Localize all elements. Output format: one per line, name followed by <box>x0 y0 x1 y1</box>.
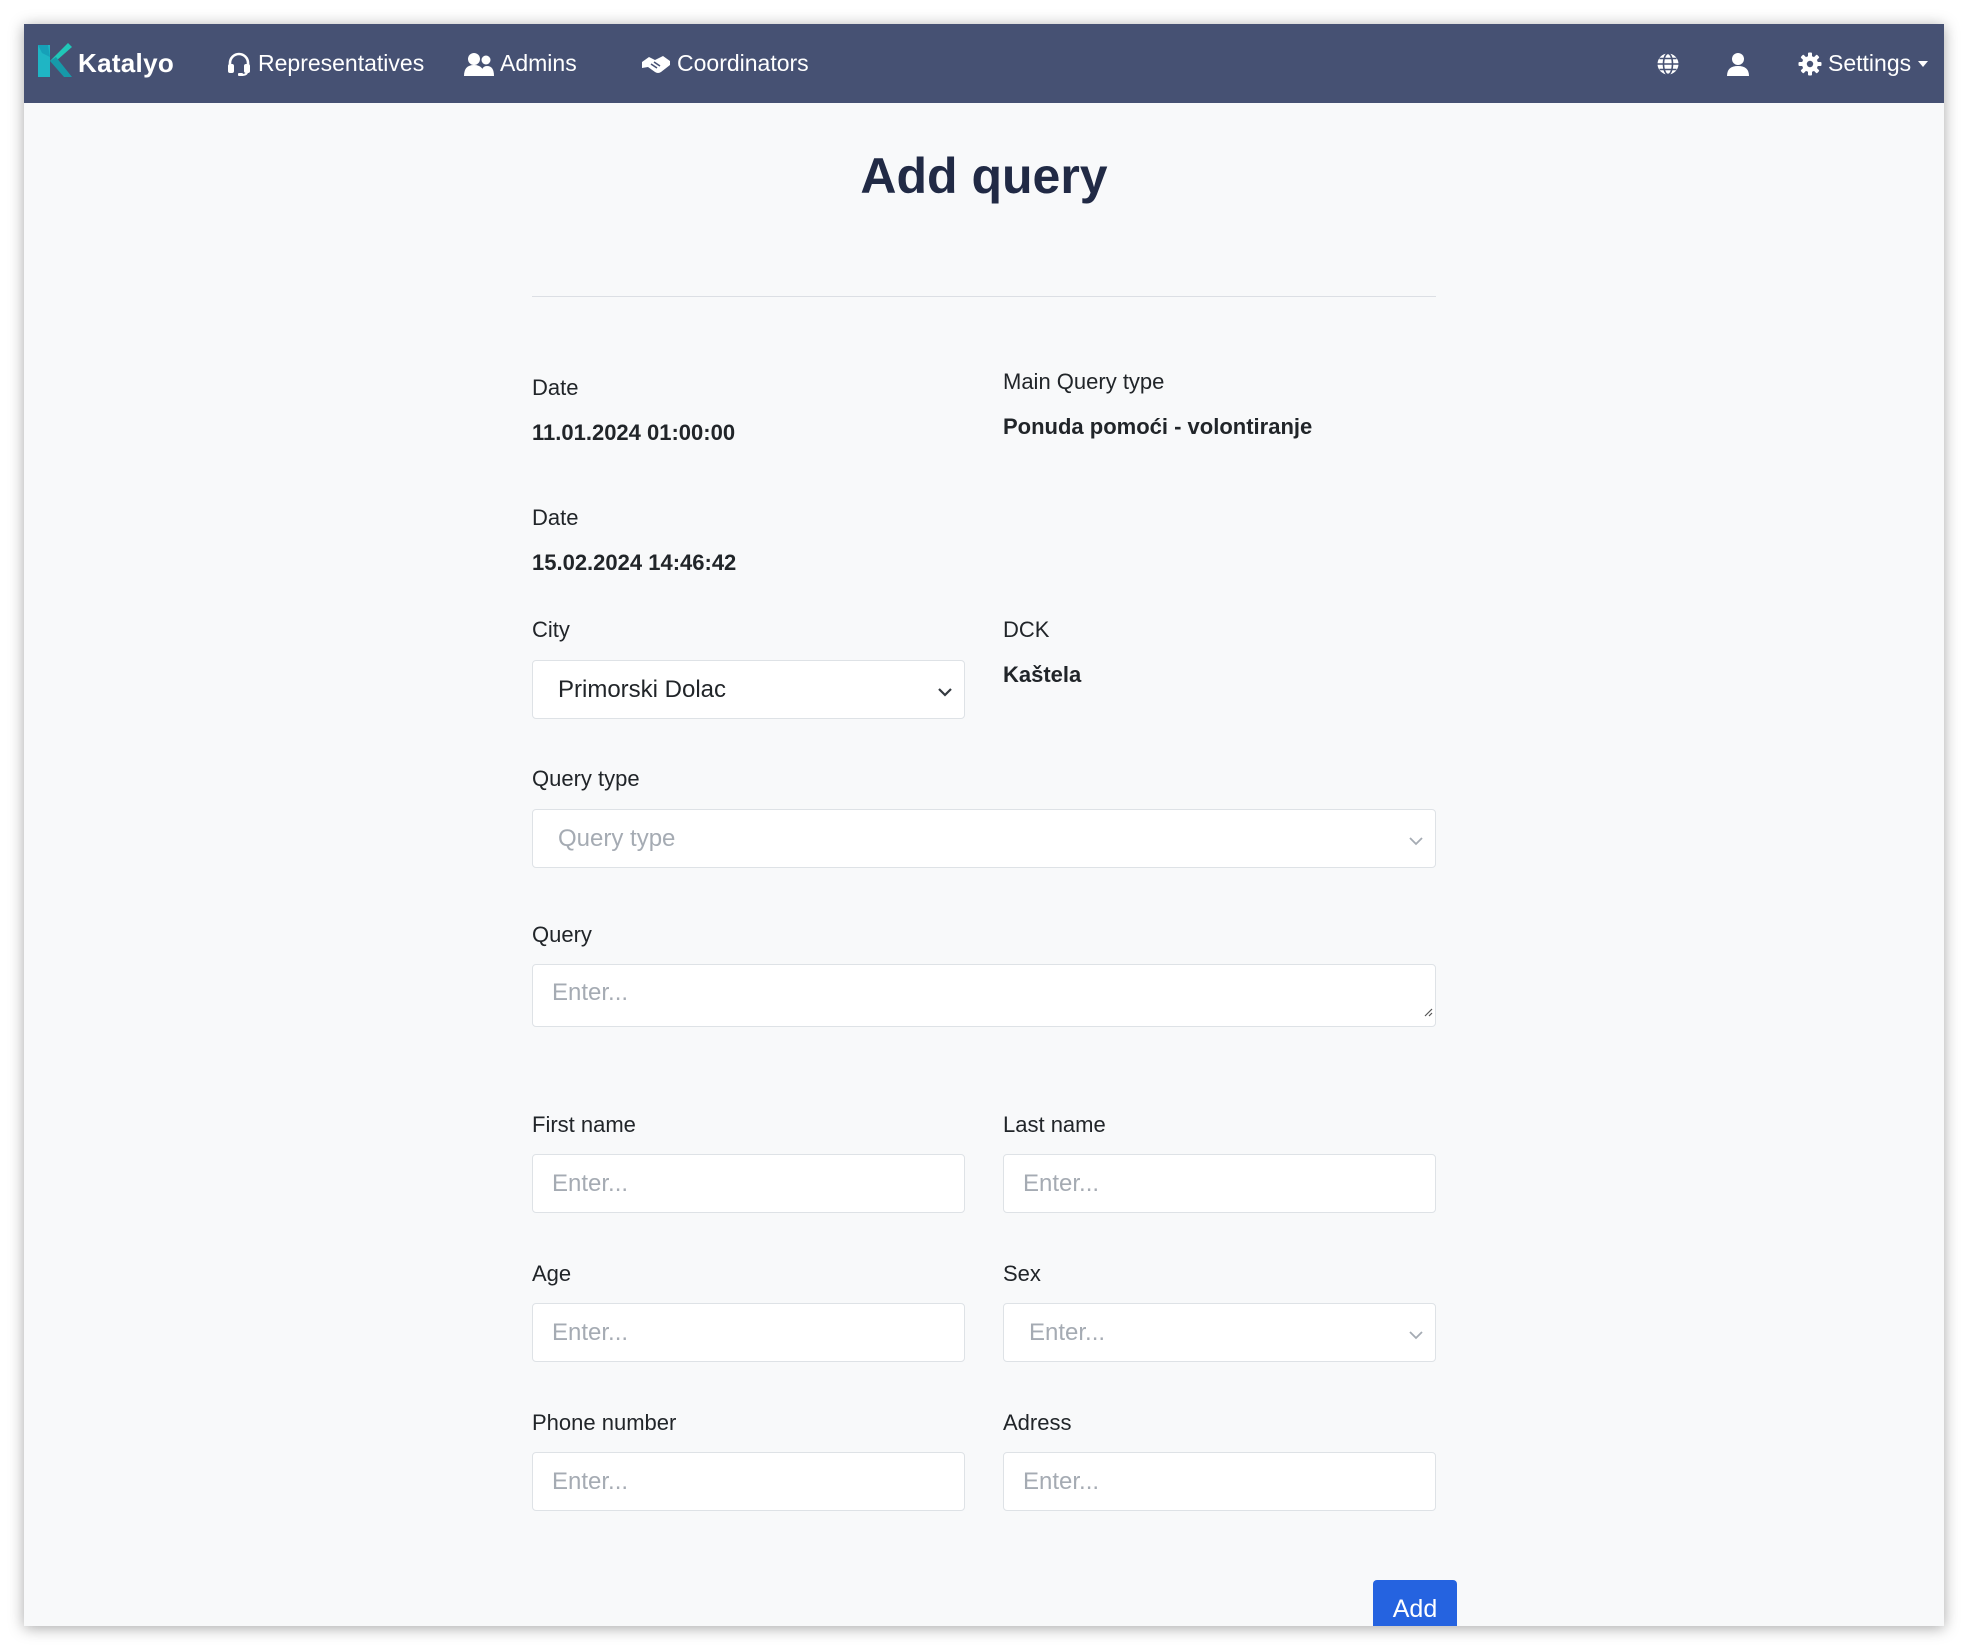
main-query-type-label: Main Query type <box>1003 369 1165 394</box>
last-name-label: Last name <box>1003 1112 1106 1137</box>
resize-handle-icon[interactable] <box>1423 996 1433 1024</box>
first-name-label: First name <box>532 1112 636 1137</box>
dck-label: DCK <box>1003 617 1050 642</box>
headset-icon <box>226 52 252 76</box>
address-input[interactable]: Enter... <box>1003 1452 1436 1511</box>
language-button[interactable] <box>1656 24 1680 103</box>
date-label: Date <box>532 375 579 400</box>
chevron-down-icon <box>1409 825 1423 853</box>
top-navbar: Katalyo Representatives Admins Coordinat… <box>24 24 1944 103</box>
nav-representatives-label: Representatives <box>258 50 425 76</box>
settings-dropdown[interactable]: Settings <box>1798 24 1929 103</box>
app-window: Katalyo Representatives Admins Coordinat… <box>24 24 1944 1626</box>
address-label: Adress <box>1003 1410 1072 1435</box>
chevron-down-icon <box>1409 1319 1423 1347</box>
handshake-icon <box>641 52 671 76</box>
sex-select[interactable]: Enter... <box>1003 1303 1436 1362</box>
phone-input[interactable]: Enter... <box>532 1452 965 1511</box>
query-textarea[interactable]: Enter... <box>532 964 1436 1027</box>
nav-admins[interactable]: Admins <box>464 24 577 103</box>
brand-logo[interactable]: Katalyo <box>38 42 175 84</box>
nav-coordinators-label: Coordinators <box>677 50 809 76</box>
age-label: Age <box>532 1261 572 1286</box>
city-select[interactable]: Primorski Dolac <box>532 660 965 719</box>
katalyo-logo-icon <box>38 42 72 84</box>
settings-label: Settings <box>1828 50 1912 76</box>
query-type-select[interactable]: Query type <box>532 809 1436 868</box>
main-content: Add query Date 11.01.2024 01:00:00 Main … <box>24 103 1944 1626</box>
sex-label: Sex <box>1003 1261 1041 1286</box>
query-type-placeholder: Query type <box>558 824 676 852</box>
nav-admins-label: Admins <box>500 50 577 76</box>
brand-name: Katalyo <box>78 47 175 78</box>
user-icon <box>1727 52 1749 76</box>
sex-placeholder: Enter... <box>1029 1318 1106 1346</box>
first-name-input[interactable]: Enter... <box>532 1154 965 1213</box>
age-placeholder: Enter... <box>552 1318 629 1346</box>
phone-placeholder: Enter... <box>552 1467 629 1495</box>
query-label: Query <box>532 922 592 947</box>
query-placeholder: Enter... <box>552 979 629 1006</box>
add-button[interactable]: Add <box>1373 1580 1457 1626</box>
date-created-label: Date <box>532 505 579 530</box>
nav-coordinators[interactable]: Coordinators <box>641 24 809 103</box>
city-label: City <box>532 617 570 642</box>
query-type-label: Query type <box>532 766 640 791</box>
last-name-input[interactable]: Enter... <box>1003 1154 1436 1213</box>
first-name-placeholder: Enter... <box>552 1169 629 1197</box>
nav-representatives[interactable]: Representatives <box>226 24 424 103</box>
user-menu-button[interactable] <box>1727 24 1749 103</box>
phone-label: Phone number <box>532 1410 677 1435</box>
age-input[interactable]: Enter... <box>532 1303 965 1362</box>
city-selected-value: Primorski Dolac <box>558 675 727 703</box>
address-placeholder: Enter... <box>1023 1467 1100 1495</box>
main-query-type-value: Ponuda pomoći - volontiranje <box>1003 414 1313 439</box>
title-divider <box>532 296 1436 297</box>
page-title: Add query <box>860 148 1108 204</box>
date-created-value: 15.02.2024 14:46:42 <box>532 550 737 575</box>
gear-icon <box>1798 52 1822 76</box>
users-icon <box>464 52 494 76</box>
globe-icon <box>1656 52 1680 76</box>
caret-down-icon <box>1917 60 1929 68</box>
dck-value: Kaštela <box>1003 662 1082 687</box>
chevron-down-icon <box>938 676 952 704</box>
date-value: 11.01.2024 01:00:00 <box>532 420 736 445</box>
last-name-placeholder: Enter... <box>1023 1169 1100 1197</box>
